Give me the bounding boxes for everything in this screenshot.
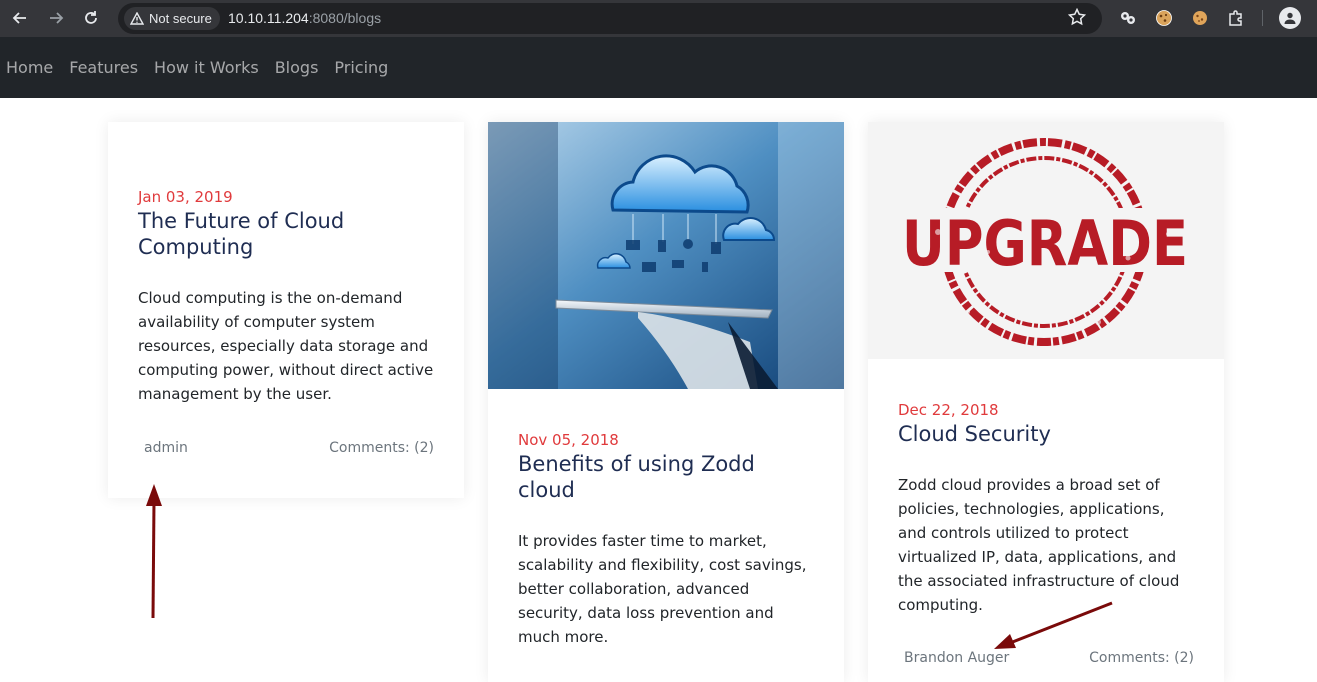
toolbar-divider <box>1262 10 1263 26</box>
post-date: Dec 22, 2018 <box>898 401 999 419</box>
nav-home[interactable]: Home <box>6 58 53 77</box>
post-comments[interactable]: Comments: (2) <box>329 440 434 456</box>
bookmark-star-icon[interactable] <box>1067 7 1087 30</box>
back-arrow-icon[interactable] <box>8 6 32 30</box>
cookie-extension-icon[interactable] <box>1154 8 1174 28</box>
url-text[interactable]: 10.10.11.204:8080/blogs <box>228 10 381 26</box>
blog-card-2[interactable]: Nov 05, 2018 Benefits of using Zodd clou… <box>488 122 844 682</box>
url-host: 10.10.11.204 <box>228 10 309 26</box>
security-label: Not secure <box>149 11 212 26</box>
post-title[interactable]: The Future of Cloud Computing <box>138 208 438 260</box>
extension-icon[interactable] <box>1118 8 1138 28</box>
annotation-arrow-admin <box>146 484 162 619</box>
nav-how-it-works[interactable]: How it Works <box>154 58 259 77</box>
address-bar[interactable]: Not secure 10.10.11.204:8080/blogs <box>118 3 1102 34</box>
nav-pricing[interactable]: Pricing <box>334 58 388 77</box>
nav-features[interactable]: Features <box>69 58 138 77</box>
blog-card-3[interactable]: UPGRADE Dec 22, 2018 Cloud Security Zodd… <box>868 122 1224 682</box>
browser-toolbar: Not secure 10.10.11.204:8080/blogs <box>0 0 1317 37</box>
post-excerpt: Zodd cloud provides a broad set of polic… <box>898 476 1180 614</box>
post-date: Jan 03, 2019 <box>138 188 233 206</box>
cookie-editor-icon[interactable] <box>1190 8 1210 28</box>
blog-card-1[interactable]: Jan 03, 2019 The Future of Cloud Computi… <box>108 122 464 498</box>
cloud-computing-tablet-image[interactable] <box>488 122 844 389</box>
warning-icon <box>130 12 144 25</box>
post-title[interactable]: Cloud Security <box>898 421 1198 447</box>
post-excerpt: It provides faster time to market, scala… <box>518 532 807 646</box>
site-navbar: Home Features How it Works Blogs Pricing <box>0 37 1317 98</box>
puzzle-extensions-icon[interactable] <box>1226 8 1246 28</box>
post-excerpt: Cloud computing is the on-demand availab… <box>138 289 434 403</box>
upgrade-stamp-image[interactable]: UPGRADE <box>868 122 1224 359</box>
post-meta: Brandon Auger Comments: (2) <box>868 650 1224 666</box>
post-comments[interactable]: Comments: (2) <box>1089 650 1194 666</box>
reload-icon[interactable] <box>79 6 103 30</box>
post-meta: admin Comments: (2) <box>108 440 464 456</box>
profile-avatar-icon[interactable] <box>1279 7 1301 29</box>
post-title[interactable]: Benefits of using Zodd cloud <box>518 451 818 503</box>
nav-blogs[interactable]: Blogs <box>275 58 319 77</box>
security-chip[interactable]: Not secure <box>124 7 220 30</box>
post-author[interactable]: admin <box>144 440 188 456</box>
url-path: :8080/blogs <box>308 10 382 26</box>
upgrade-stamp-text: UPGRADE <box>902 207 1188 280</box>
post-date: Nov 05, 2018 <box>518 431 619 449</box>
post-author[interactable]: Brandon Auger <box>904 650 1009 666</box>
forward-arrow-icon[interactable] <box>44 6 68 30</box>
